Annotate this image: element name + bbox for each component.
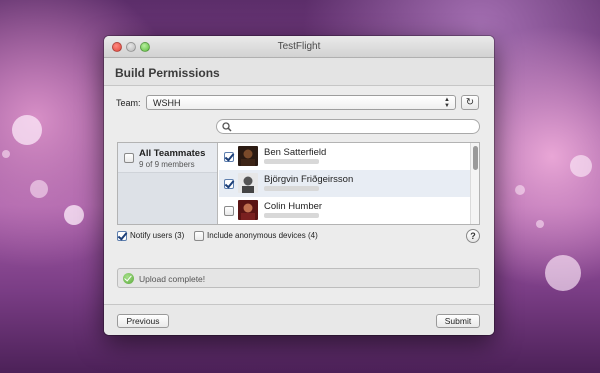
member-list: Ben Satterfield Björgvin Friðgeirsson Co… [219,143,470,224]
member-checkbox[interactable] [224,152,234,162]
member-name: Colin Humber [264,201,323,212]
scrollbar-thumb[interactable] [473,146,478,170]
submit-button[interactable]: Submit [436,314,480,328]
help-button[interactable]: ? [466,229,480,243]
bokeh-light [30,180,48,198]
permissions-list: All Teammates 9 of 9 members Ben Satterf… [117,142,480,225]
member-email-redacted [264,213,319,218]
group-member-count: 9 of 9 members [139,160,195,169]
member-email-redacted [264,186,319,191]
anonymous-devices-label: Include anonymous devices (4) [207,231,318,240]
page-title: Build Permissions [115,66,220,80]
dialog-footer: Previous Submit [104,304,494,335]
help-icon: ? [470,231,476,241]
search-icon [222,122,232,132]
member-list-scrollbar[interactable] [470,143,479,224]
search-input[interactable] [216,119,480,134]
bokeh-light [536,220,544,228]
bokeh-light [12,115,42,145]
window-title: TestFlight [277,41,321,52]
title-bar[interactable]: TestFlight [104,36,494,58]
member-name: Björgvin Friðgeirsson [264,174,354,185]
updown-arrows-icon: ▲ ▼ [444,97,450,109]
all-teammates-checkbox[interactable] [124,153,134,163]
notify-users-label: Notify users (3) [130,231,185,240]
member-email-redacted [264,159,319,164]
status-message: Upload complete! [139,274,206,284]
list-item[interactable]: Ben Satterfield [219,143,470,170]
avatar [238,146,258,166]
bokeh-light [515,185,525,195]
member-checkbox[interactable] [224,206,234,216]
member-name: Ben Satterfield [264,147,327,158]
team-select-value: WSHH [153,98,181,108]
team-label: Team: [116,98,141,108]
group-title: All Teammates [139,148,206,159]
zoom-window-button[interactable] [140,42,150,52]
refresh-button[interactable]: ↻ [461,95,479,110]
dialog-header: Build Permissions [104,58,494,86]
minimize-window-button[interactable] [126,42,136,52]
status-bar: Upload complete! [117,268,480,288]
avatar [238,200,258,220]
member-checkbox[interactable] [224,179,234,189]
avatar [238,173,258,193]
refresh-icon: ↻ [465,97,475,108]
team-select[interactable]: WSHH ▲ ▼ [146,95,456,110]
bokeh-light [545,255,581,291]
anonymous-devices-checkbox[interactable] [194,231,204,241]
group-list: All Teammates 9 of 9 members [118,143,218,224]
notify-users-checkbox[interactable] [117,231,127,241]
checkmark-circle-icon [123,273,134,284]
bokeh-light [2,150,10,158]
list-item[interactable]: Colin Humber [219,197,470,224]
list-item[interactable]: Björgvin Friðgeirsson [219,170,470,197]
bokeh-light [64,205,84,225]
close-window-button[interactable] [112,42,122,52]
anonymous-devices-option[interactable]: Include anonymous devices (4) [194,230,324,242]
notify-users-option[interactable]: Notify users (3) [117,230,187,242]
group-item-all-teammates[interactable]: All Teammates 9 of 9 members [118,143,217,173]
previous-button[interactable]: Previous [117,314,169,328]
bokeh-light [570,155,592,177]
dialog-content: Team: WSHH ▲ ▼ ↻ All Teammates 9 of 9 mem… [104,86,494,304]
testflight-window: TestFlight Build Permissions Team: WSHH … [104,36,494,335]
